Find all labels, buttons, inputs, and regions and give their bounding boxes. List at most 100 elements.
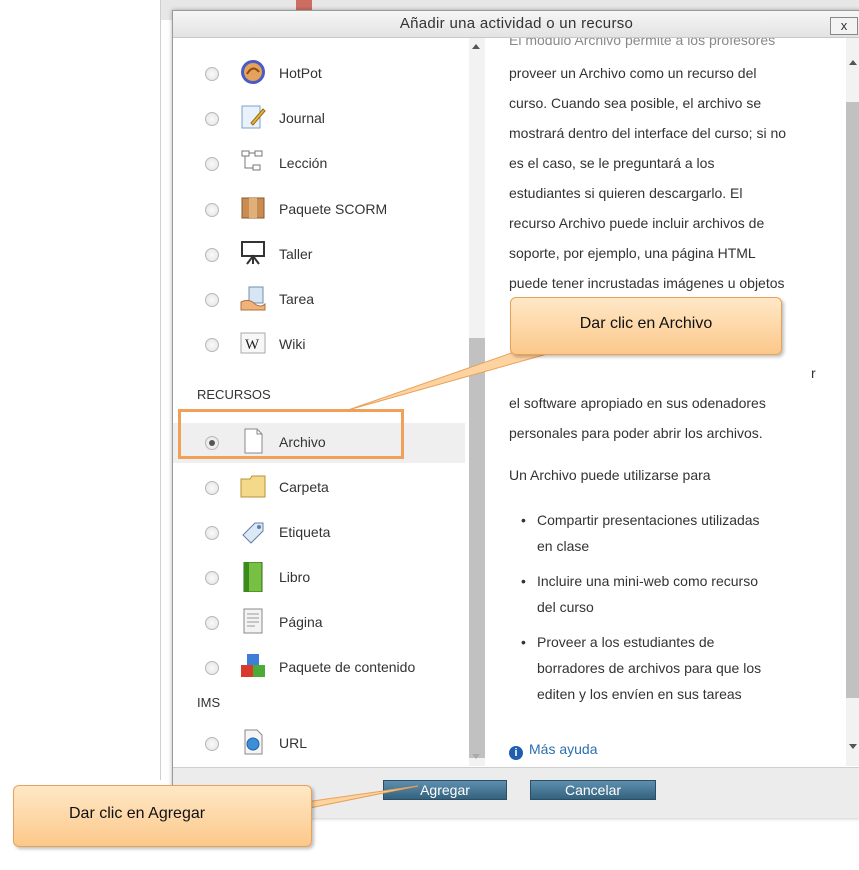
list-item-journal[interactable]: Journal [173, 99, 465, 139]
usage-intro: Un Archivo puede utilizarse para [509, 467, 711, 483]
description-line: El módulo Archivo permite a los profesor… [509, 38, 776, 48]
callout-agregar: Dar clic en Agregar [13, 785, 312, 847]
callout-archivo: Dar clic en Archivo [510, 297, 782, 355]
description-scrollbar[interactable] [846, 38, 859, 766]
archivo-highlight-box [178, 409, 404, 459]
hotpot-icon [239, 58, 267, 86]
description-line: estudiantes si quieren descargarlo. El [509, 185, 743, 201]
more-help-label: Más ayuda [529, 741, 598, 757]
radio-button[interactable] [205, 293, 219, 307]
radio-button[interactable] [205, 737, 219, 751]
bullet-item: Proveer a los estudiantes de borradores … [521, 629, 837, 707]
radio-button[interactable] [205, 526, 219, 540]
scroll-down-arrow-icon[interactable] [472, 754, 480, 759]
radio-button[interactable] [205, 67, 219, 81]
item-label: Wiki [279, 336, 306, 352]
list-item-taller[interactable]: Taller [173, 235, 465, 275]
list-item-tarea[interactable]: Tarea [173, 280, 465, 320]
radio-button[interactable] [205, 571, 219, 585]
description-line: r [811, 365, 816, 381]
close-button[interactable]: x [830, 17, 858, 35]
book-icon [239, 561, 267, 593]
description-line: el software apropiado en sus odenadores [509, 395, 766, 411]
item-label: Taller [279, 246, 313, 262]
bullet-line: editen y los envíen en sus tareas [537, 686, 742, 702]
bullet-line: Incluire una mini-web como recurso [537, 573, 758, 589]
description-line: es el caso, se le preguntará a los [509, 155, 715, 171]
scroll-thumb[interactable] [846, 102, 859, 698]
module-list: HotPot Journal Lección Paquete SCORM Tal… [173, 38, 469, 766]
radio-button[interactable] [205, 112, 219, 126]
bullet-line: en clase [537, 538, 590, 554]
wiki-icon: W [239, 329, 267, 357]
module-description: El módulo Archivo permite a los profesor… [486, 38, 844, 766]
scroll-up-arrow-icon[interactable] [472, 44, 480, 49]
scroll-down-arrow-icon[interactable] [849, 744, 857, 749]
description-line: soporte, por ejemplo, una página HTML [509, 245, 756, 261]
bullet-line: del curso [537, 599, 594, 615]
item-label: Paquete de contenido [279, 659, 416, 675]
dialog-titlebar: Añadir una actividad o un recurso x [173, 11, 859, 38]
item-label: Lección [279, 155, 328, 171]
item-label: Carpeta [279, 479, 329, 495]
scorm-package-icon [239, 194, 267, 222]
list-item-paquete-contenido[interactable]: Paquete de contenido [173, 648, 465, 688]
description-line: mostrará dentro del interface del curso;… [509, 125, 787, 141]
item-label: HotPot [279, 65, 322, 81]
page-icon [239, 607, 267, 635]
background-red-element [296, 0, 312, 10]
list-item-url[interactable]: URL [173, 724, 465, 764]
url-icon [239, 728, 267, 756]
workshop-icon [239, 239, 267, 267]
bullet-line: borradores de archivos para que los [537, 660, 762, 676]
bullet-line: Proveer a los estudiantes de [537, 634, 715, 650]
list-item-wiki[interactable]: W Wiki [173, 325, 465, 365]
section-heading-recursos: RECURSOS [197, 387, 271, 402]
item-label: URL [279, 735, 308, 751]
list-item-leccion[interactable]: Lección [173, 144, 465, 184]
scroll-up-arrow-icon[interactable] [849, 60, 857, 65]
bullet-item: Incluire una mini-web como recurso del c… [521, 568, 837, 620]
list-item-carpeta[interactable]: Carpeta [173, 468, 465, 508]
item-label: Paquete SCORM [279, 201, 388, 217]
radio-button[interactable] [205, 248, 219, 262]
description-line: recurso Archivo puede incluir archivos d… [509, 215, 765, 231]
add-button[interactable]: Agregar [383, 780, 507, 800]
list-item-pagina[interactable]: Página [173, 603, 465, 643]
list-item-libro[interactable]: Libro [173, 558, 465, 598]
bullet-line: Compartir presentaciones utilizadas [537, 512, 760, 528]
list-item-hotpot[interactable]: HotPot [173, 54, 465, 94]
info-icon: i [509, 746, 523, 760]
radio-button[interactable] [205, 203, 219, 217]
lesson-icon [239, 148, 267, 176]
label-icon [239, 517, 267, 545]
list-item-etiqueta[interactable]: Etiqueta [173, 513, 465, 553]
assignment-icon [239, 284, 267, 312]
list-scrollbar[interactable] [469, 38, 485, 766]
description-line: puede tener incrustadas imágenes u objet… [509, 275, 785, 291]
scroll-thumb[interactable] [469, 338, 485, 758]
callout-text: Dar clic en Archivo [579, 315, 713, 332]
svg-text:W: W [245, 337, 260, 353]
cancel-button[interactable]: Cancelar [530, 780, 656, 800]
folder-icon [239, 472, 267, 500]
item-label: Libro [279, 569, 311, 585]
radio-button[interactable] [205, 661, 219, 675]
more-help-link[interactable]: i Más ayuda [509, 741, 597, 760]
item-label: Página [279, 614, 323, 630]
bullet-item: Compartir presentaciones utilizadas en c… [521, 507, 837, 559]
description-line: proveer un Archivo como un recurso del [509, 65, 757, 81]
description-line: curso. Cuando sea posible, el archivo se [509, 95, 762, 111]
list-item-paquete-scorm[interactable]: Paquete SCORM [173, 190, 465, 230]
content-package-icon [239, 652, 267, 680]
radio-button[interactable] [205, 481, 219, 495]
radio-button[interactable] [205, 338, 219, 352]
radio-button[interactable] [205, 616, 219, 630]
item-label: Journal [279, 110, 325, 126]
callout-text: Dar clic en Agregar [69, 805, 206, 822]
page-frame-border [160, 0, 161, 780]
section-heading-ims: IMS [197, 695, 221, 710]
description-line: personales para poder abrir los archivos… [509, 425, 763, 441]
item-label: Tarea [279, 291, 315, 307]
radio-button[interactable] [205, 157, 219, 171]
